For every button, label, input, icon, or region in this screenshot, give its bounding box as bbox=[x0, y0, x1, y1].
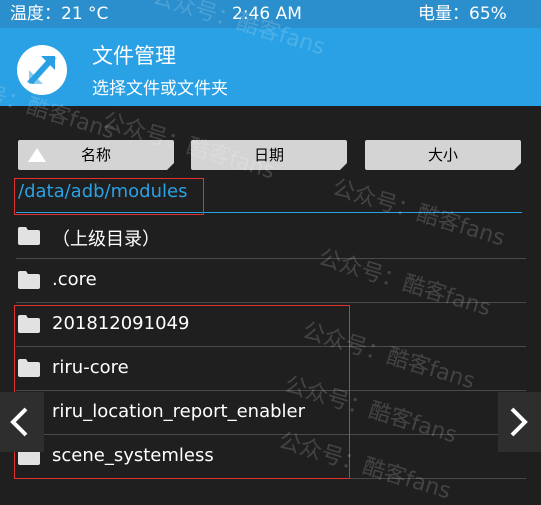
list-item-parent-dir[interactable]: （上级目录） bbox=[0, 216, 541, 260]
sort-by-date-label: 日期 bbox=[253, 146, 284, 164]
page-subtitle: 选择文件或文件夹 bbox=[92, 79, 228, 99]
status-bar: 温度：21 °C 2:46 AM 电量：65% bbox=[0, 0, 541, 28]
title-bar: 文件管理 选择文件或文件夹 bbox=[0, 28, 541, 106]
list-item-label: .core bbox=[52, 269, 97, 290]
page-title: 文件管理 bbox=[92, 44, 176, 68]
temperature-readout: 温度：21 °C bbox=[10, 4, 109, 24]
list-item-label: （上级目录） bbox=[52, 229, 160, 250]
list-divider bbox=[16, 302, 526, 303]
sort-by-name-button[interactable]: 名称 bbox=[18, 140, 175, 171]
list-divider bbox=[16, 258, 526, 259]
sort-by-size-button[interactable]: 大小 bbox=[365, 140, 522, 171]
folder-icon bbox=[18, 271, 40, 289]
twrp-logo-icon bbox=[17, 45, 67, 95]
clock: 2:46 AM bbox=[232, 4, 302, 24]
sort-toolbar: 名称 日期 大小 bbox=[0, 140, 541, 171]
sort-ascending-icon bbox=[28, 148, 46, 162]
sort-by-name-label: 名称 bbox=[80, 146, 111, 164]
previous-button[interactable] bbox=[0, 392, 44, 452]
battery-readout: 电量：65% bbox=[418, 4, 507, 24]
path-highlight-box bbox=[14, 178, 204, 215]
list-item-core[interactable]: .core bbox=[0, 260, 541, 304]
folder-icon bbox=[18, 227, 40, 245]
list-highlight-box bbox=[14, 305, 350, 479]
sort-by-size-label: 大小 bbox=[427, 146, 458, 164]
chevron-left-icon bbox=[10, 407, 28, 437]
sort-by-date-button[interactable]: 日期 bbox=[191, 140, 348, 171]
chevron-right-icon bbox=[510, 407, 528, 437]
next-button[interactable] bbox=[498, 392, 541, 452]
